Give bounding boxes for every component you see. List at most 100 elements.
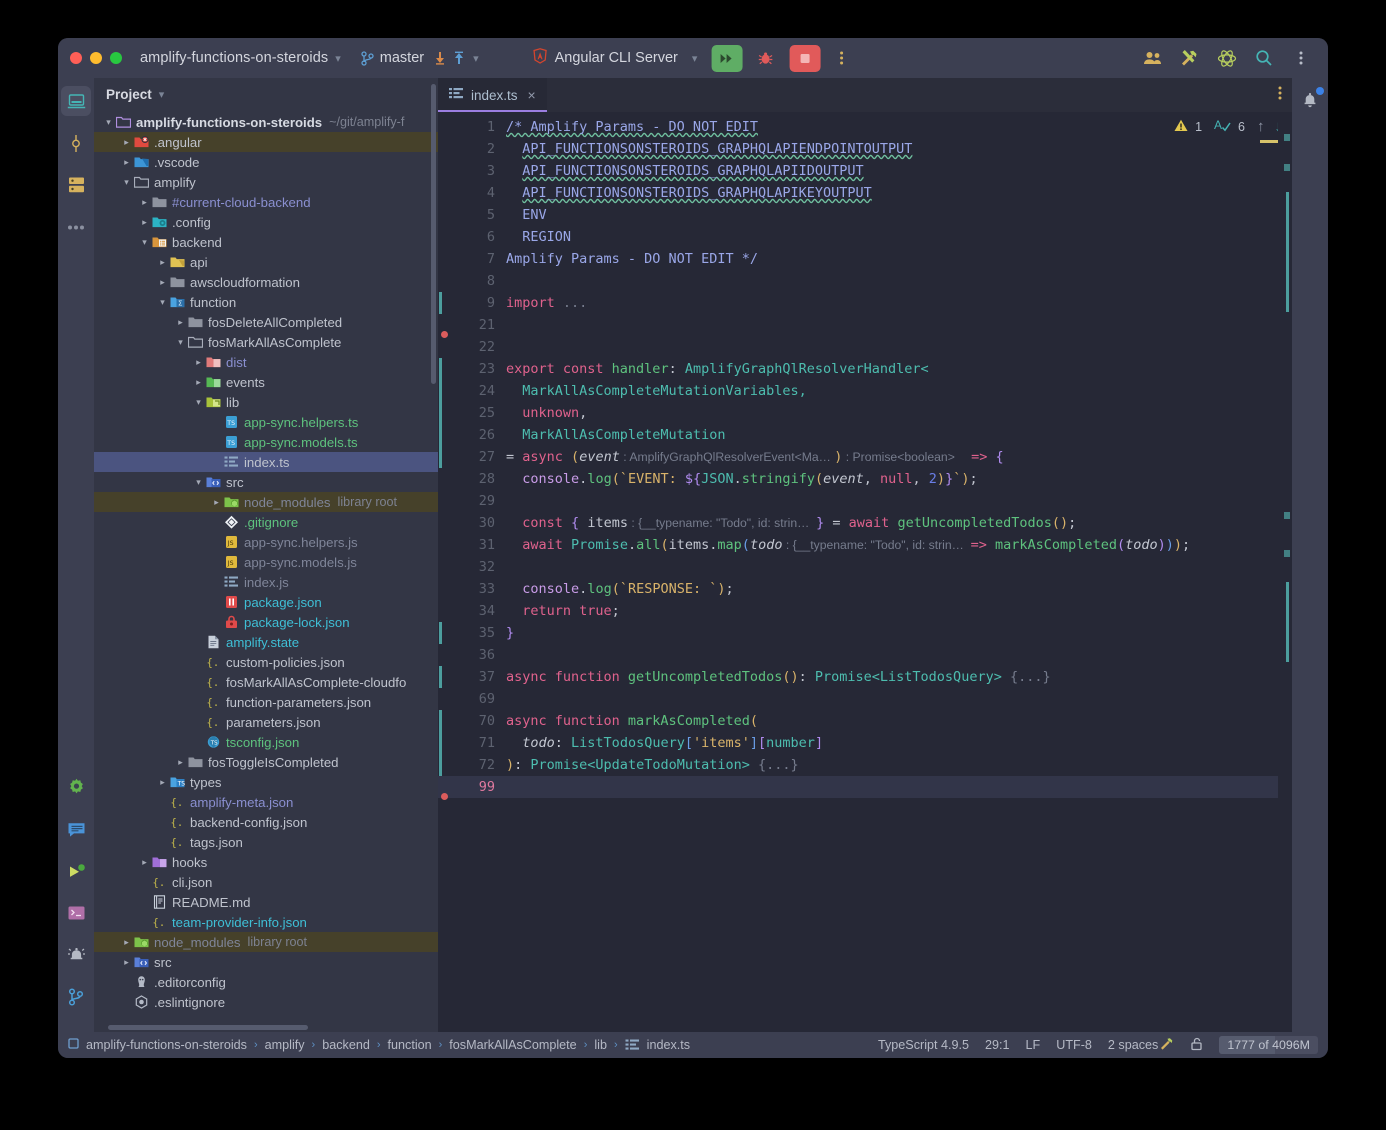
breadcrumb[interactable]: amplify-functions-on-steroids › amplify › ba… (68, 1038, 690, 1052)
line-number[interactable]: 31 (438, 534, 504, 556)
editor-marker[interactable] (1286, 192, 1289, 312)
indent-setting[interactable]: 2 spaces (1108, 1037, 1174, 1054)
code-line[interactable]: MarkAllAsCompleteMutationVariables, (504, 380, 1278, 402)
line-number[interactable]: 30 (438, 512, 504, 534)
line-number[interactable]: 21 (438, 314, 504, 338)
tree-node[interactable]: TS tsconfig.json (94, 732, 438, 752)
tree-node[interactable]: ▸ .angular (94, 132, 438, 152)
atom-plugin-icon[interactable] (1211, 45, 1242, 72)
sidebar-item-terminal[interactable] (61, 898, 91, 928)
editor-options-icon[interactable] (1278, 85, 1282, 106)
tree-node[interactable]: ▸ events (94, 372, 438, 392)
tree-expand-arrow-icon[interactable]: ▸ (192, 357, 205, 368)
caret-position[interactable]: 29:1 (985, 1038, 1010, 1052)
sidebar-item-messages[interactable] (61, 814, 91, 844)
inspections-widget[interactable]: 1 A 6 ↑ ↓ (1174, 118, 1282, 135)
breadcrumb-item[interactable]: amplify-functions-on-steroids (86, 1038, 247, 1052)
tree-node[interactable]: package-lock.json (94, 612, 438, 632)
code-line[interactable]: return true; (504, 600, 1278, 622)
tree-node[interactable]: ▸ api (94, 252, 438, 272)
tree-expand-arrow-icon[interactable]: ▸ (156, 277, 169, 288)
line-number[interactable]: 36 (438, 644, 504, 666)
code-line[interactable] (504, 490, 1278, 512)
editor-marker[interactable] (1284, 134, 1290, 141)
code-line[interactable]: console.log(`EVENT: ${JSON.stringify(eve… (504, 468, 1278, 490)
code-line[interactable]: API_FUNCTIONSONSTEROIDS_GRAPHQLAPIIDOUTP… (504, 160, 1278, 182)
tree-node[interactable]: README.md (94, 892, 438, 912)
editor-marker[interactable] (1284, 164, 1290, 171)
tree-node[interactable]: {..} cli.json (94, 872, 438, 892)
line-number[interactable]: 7 (438, 248, 504, 270)
tree-node[interactable]: ▾ fosMarkAllAsComplete (94, 332, 438, 352)
editor-marker[interactable] (1286, 582, 1289, 662)
main-menu-icon[interactable] (1285, 45, 1316, 72)
tree-horizontal-scrollbar[interactable] (108, 1025, 308, 1030)
tree-node[interactable]: ▸ #current-cloud-backend (94, 192, 438, 212)
tree-node[interactable]: JS app-sync.models.js (94, 552, 438, 572)
tree-node[interactable]: ▾ lib (94, 392, 438, 412)
line-number[interactable]: 9› (438, 292, 514, 314)
code-line[interactable] (504, 314, 1278, 336)
tree-expand-arrow-icon[interactable]: ▾ (156, 297, 169, 308)
tree-node[interactable]: {..} tags.json (94, 832, 438, 852)
line-number[interactable]: 28 (438, 468, 504, 490)
line-number[interactable]: 1 (438, 116, 504, 138)
tree-node[interactable]: ▸ .vscode (94, 152, 438, 172)
line-number[interactable]: 5 (438, 204, 504, 226)
tree-expand-arrow-icon[interactable]: ▸ (138, 217, 151, 228)
code-editor[interactable]: /* Amplify Params - DO NOT EDIT API_FUNC… (504, 112, 1278, 1032)
code-line[interactable]: API_FUNCTIONSONSTEROIDS_GRAPHQLAPIENDPOI… (504, 138, 1278, 160)
tree-vertical-scrollbar[interactable] (431, 84, 436, 384)
code-line[interactable]: const { items : {__typename: "Todo", id:… (504, 512, 1278, 534)
tree-node[interactable]: ▸ node_modules library root (94, 492, 438, 512)
breadcrumb-item[interactable]: amplify (265, 1038, 305, 1052)
tree-expand-arrow-icon[interactable]: ▸ (120, 157, 133, 168)
memory-indicator[interactable]: 1777 of 4096M (1219, 1036, 1318, 1054)
tree-node[interactable]: {..} fosMarkAllAsComplete-cloudfo (94, 672, 438, 692)
tree-node[interactable]: ▸ fosDeleteAllCompleted (94, 312, 438, 332)
language-level[interactable]: TypeScript 4.9.5 (878, 1038, 969, 1052)
tree-node[interactable]: {..} parameters.json (94, 712, 438, 732)
code-line[interactable]: Amplify Params - DO NOT EDIT */ (504, 248, 1278, 270)
code-line[interactable]: API_FUNCTIONSONSTEROIDS_GRAPHQLAPIKEYOUT… (504, 182, 1278, 204)
line-number[interactable]: 2 (438, 138, 504, 160)
panel-chevron-down-icon[interactable]: ▾ (159, 88, 165, 101)
code-line[interactable]: MarkAllAsCompleteMutation (504, 424, 1278, 446)
tree-expand-arrow-icon[interactable]: ▸ (156, 257, 169, 268)
code-line[interactable]: console.log(`RESPONSE: `); (504, 578, 1278, 600)
read-only-toggle-icon[interactable] (1190, 1037, 1203, 1054)
line-number[interactable]: 6 (438, 226, 504, 248)
code-line[interactable]: async function getUncompletedTodos(): Pr… (504, 666, 1278, 688)
breadcrumb-item[interactable]: fosMarkAllAsComplete (449, 1038, 576, 1052)
line-number[interactable]: 72› (438, 754, 514, 776)
tree-expand-arrow-icon[interactable]: ▾ (102, 117, 115, 128)
code-line[interactable]: ENV (504, 204, 1278, 226)
line-number[interactable]: 33 (438, 578, 504, 600)
tree-node[interactable]: ▸ dist (94, 352, 438, 372)
tree-expand-arrow-icon[interactable]: ▾ (192, 477, 205, 488)
tree-node[interactable]: ▾ Σfunction (94, 292, 438, 312)
pull-icon[interactable] (433, 51, 447, 65)
branch-chevron-down-icon[interactable]: ▾ (473, 52, 479, 65)
tree-node[interactable]: .gitignore (94, 512, 438, 532)
tree-expand-arrow-icon[interactable]: ▾ (174, 337, 187, 348)
debug-button[interactable] (750, 45, 781, 72)
stop-button[interactable] (789, 44, 821, 72)
tree-node[interactable]: index.js (94, 572, 438, 592)
tree-node[interactable]: TS app-sync.helpers.ts (94, 412, 438, 432)
editor-marker-strip[interactable] (1278, 112, 1292, 1032)
sidebar-item-settings[interactable] (61, 772, 91, 802)
editor-marker[interactable] (1284, 512, 1290, 519)
line-number[interactable]: 34 (438, 600, 504, 622)
breadcrumb-item[interactable]: backend (322, 1038, 370, 1052)
line-number[interactable]: 70 (438, 710, 504, 732)
tree-node[interactable]: ▾ amplify-functions-on-steroids ~/git/ampl… (94, 112, 438, 132)
line-number[interactable]: 27› (438, 446, 514, 468)
sidebar-item-project[interactable] (61, 86, 91, 116)
code-line[interactable]: } (504, 622, 1278, 644)
line-number[interactable]: 37› (438, 666, 514, 688)
code-line[interactable] (504, 270, 1278, 292)
code-line[interactable] (504, 688, 1278, 710)
code-with-me-icon[interactable] (1137, 45, 1168, 72)
tree-node[interactable]: {..} amplify-meta.json (94, 792, 438, 812)
